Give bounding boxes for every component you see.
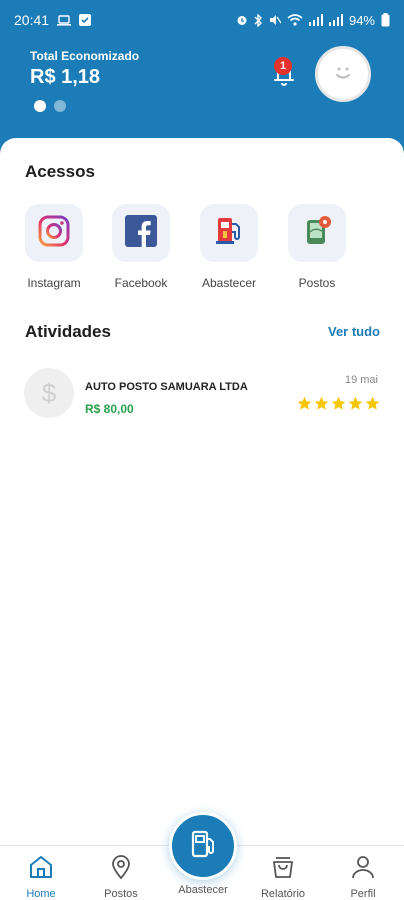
- access-facebook[interactable]: Facebook: [101, 204, 181, 290]
- rating-stars: [297, 396, 380, 411]
- nav-postos[interactable]: Postos: [81, 854, 161, 900]
- star-icon: [331, 396, 346, 410]
- map-pin-icon: [301, 214, 333, 253]
- access-tile[interactable]: [112, 204, 170, 262]
- nav-label-abastecer: Abastecer: [178, 884, 228, 896]
- star-icon: [348, 396, 363, 410]
- fuel-pump-icon: [212, 214, 246, 253]
- mute-icon: [269, 14, 281, 26]
- smiley-icon: [329, 58, 357, 91]
- access-abastecer[interactable]: Abastecer: [189, 204, 269, 290]
- location-icon: [108, 854, 134, 885]
- shopping-bag-icon: [270, 854, 296, 885]
- total-economizado-value: R$ 1,18: [30, 66, 101, 88]
- carousel-dot-2[interactable]: [54, 100, 66, 112]
- nav-relatorio[interactable]: Relatório: [243, 854, 323, 900]
- laptop-icon: [57, 14, 72, 26]
- nav-perfil[interactable]: Perfil: [323, 854, 403, 900]
- acessos-title: Acessos: [25, 162, 95, 181]
- access-postos[interactable]: Postos: [277, 204, 357, 290]
- instagram-icon: [38, 215, 70, 252]
- nav-label-postos: Postos: [104, 888, 138, 900]
- nav-home[interactable]: Home: [1, 854, 81, 900]
- battery-icon: [381, 13, 390, 27]
- facebook-icon: [125, 214, 157, 252]
- activity-date: 19 mai: [344, 374, 378, 386]
- access-label-facebook: Facebook: [114, 276, 168, 290]
- fuel-pump-icon: [186, 827, 220, 866]
- carousel-dots: [34, 100, 66, 112]
- star-icon: [314, 396, 329, 410]
- signal-icon-2: [328, 14, 343, 26]
- nav-label-perfil: Perfil: [350, 888, 376, 900]
- home-icon: [28, 854, 54, 885]
- total-economizado-label: Total Economizado: [30, 49, 140, 63]
- bell-icon: [268, 66, 300, 94]
- header: 20:41 94% Total Economizado R$ 1,18 1: [0, 0, 404, 150]
- alarm-icon: [236, 14, 248, 26]
- access-tile[interactable]: [25, 204, 83, 262]
- activity-amount: R$ 80,00: [85, 402, 134, 416]
- access-instagram[interactable]: Instagram: [14, 204, 94, 290]
- ver-tudo-link[interactable]: Ver tudo: [328, 324, 380, 339]
- notification-badge: 1: [274, 57, 292, 75]
- star-icon: [365, 396, 380, 410]
- access-tile[interactable]: [288, 204, 346, 262]
- access-label-postos: Postos: [298, 276, 336, 290]
- battery-percent: 94%: [348, 12, 375, 28]
- star-icon: [297, 396, 312, 410]
- carousel-dot-1[interactable]: [34, 100, 46, 112]
- dollar-icon: $: [24, 368, 74, 418]
- nav-label-relatorio: Relatório: [260, 888, 306, 900]
- status-time: 20:41: [14, 12, 50, 28]
- nav-label-home: Home: [26, 888, 56, 900]
- activity-item[interactable]: $ AUTO POSTO SAMUARA LTDA R$ 80,00 19 ma…: [24, 368, 384, 420]
- access-label-instagram: Instagram: [27, 276, 81, 290]
- abastecer-fab-button[interactable]: [169, 812, 237, 880]
- person-icon: [350, 854, 376, 885]
- activity-station-name: AUTO POSTO SAMUARA LTDA: [85, 381, 248, 393]
- access-tile[interactable]: [200, 204, 258, 262]
- wifi-icon: [287, 14, 303, 26]
- atividades-title: Atividades: [25, 322, 111, 341]
- status-bar: 20:41 94%: [0, 0, 404, 40]
- download-check-icon: [79, 14, 92, 26]
- main-card: Acessos Instagram Facebook Abastecer Pos…: [0, 138, 404, 900]
- avatar[interactable]: [315, 46, 371, 102]
- signal-icon: [308, 14, 323, 26]
- bluetooth-icon: [254, 13, 263, 27]
- access-label-abastecer: Abastecer: [201, 276, 257, 290]
